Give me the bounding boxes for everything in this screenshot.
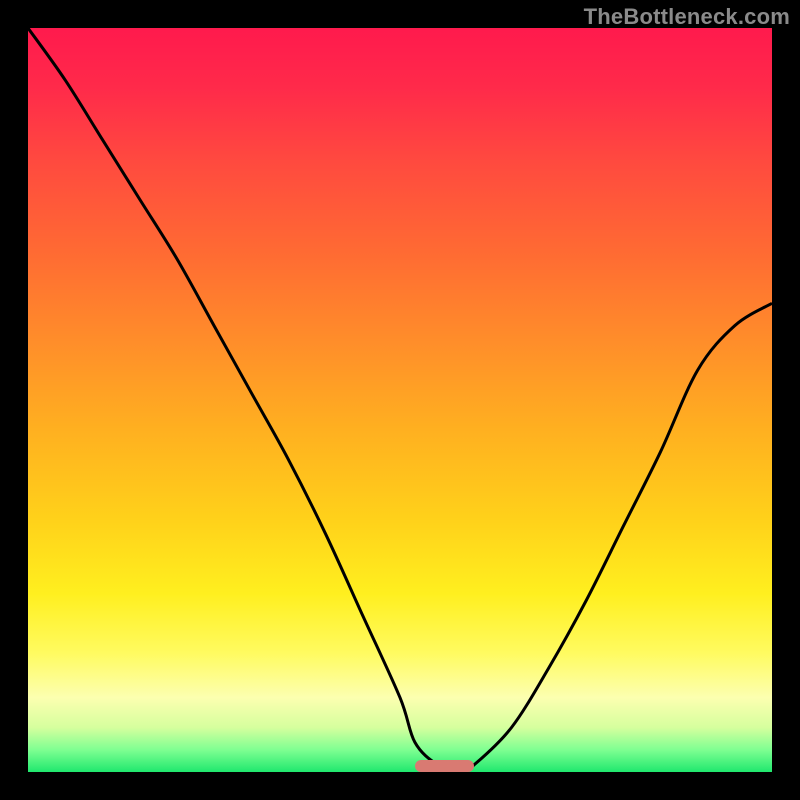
minimum-marker: [415, 760, 475, 772]
chart-frame: TheBottleneck.com: [0, 0, 800, 800]
plot-area: [28, 28, 772, 772]
bottleneck-curve: [28, 28, 772, 772]
watermark-text: TheBottleneck.com: [584, 4, 790, 30]
curve-path: [28, 28, 772, 772]
